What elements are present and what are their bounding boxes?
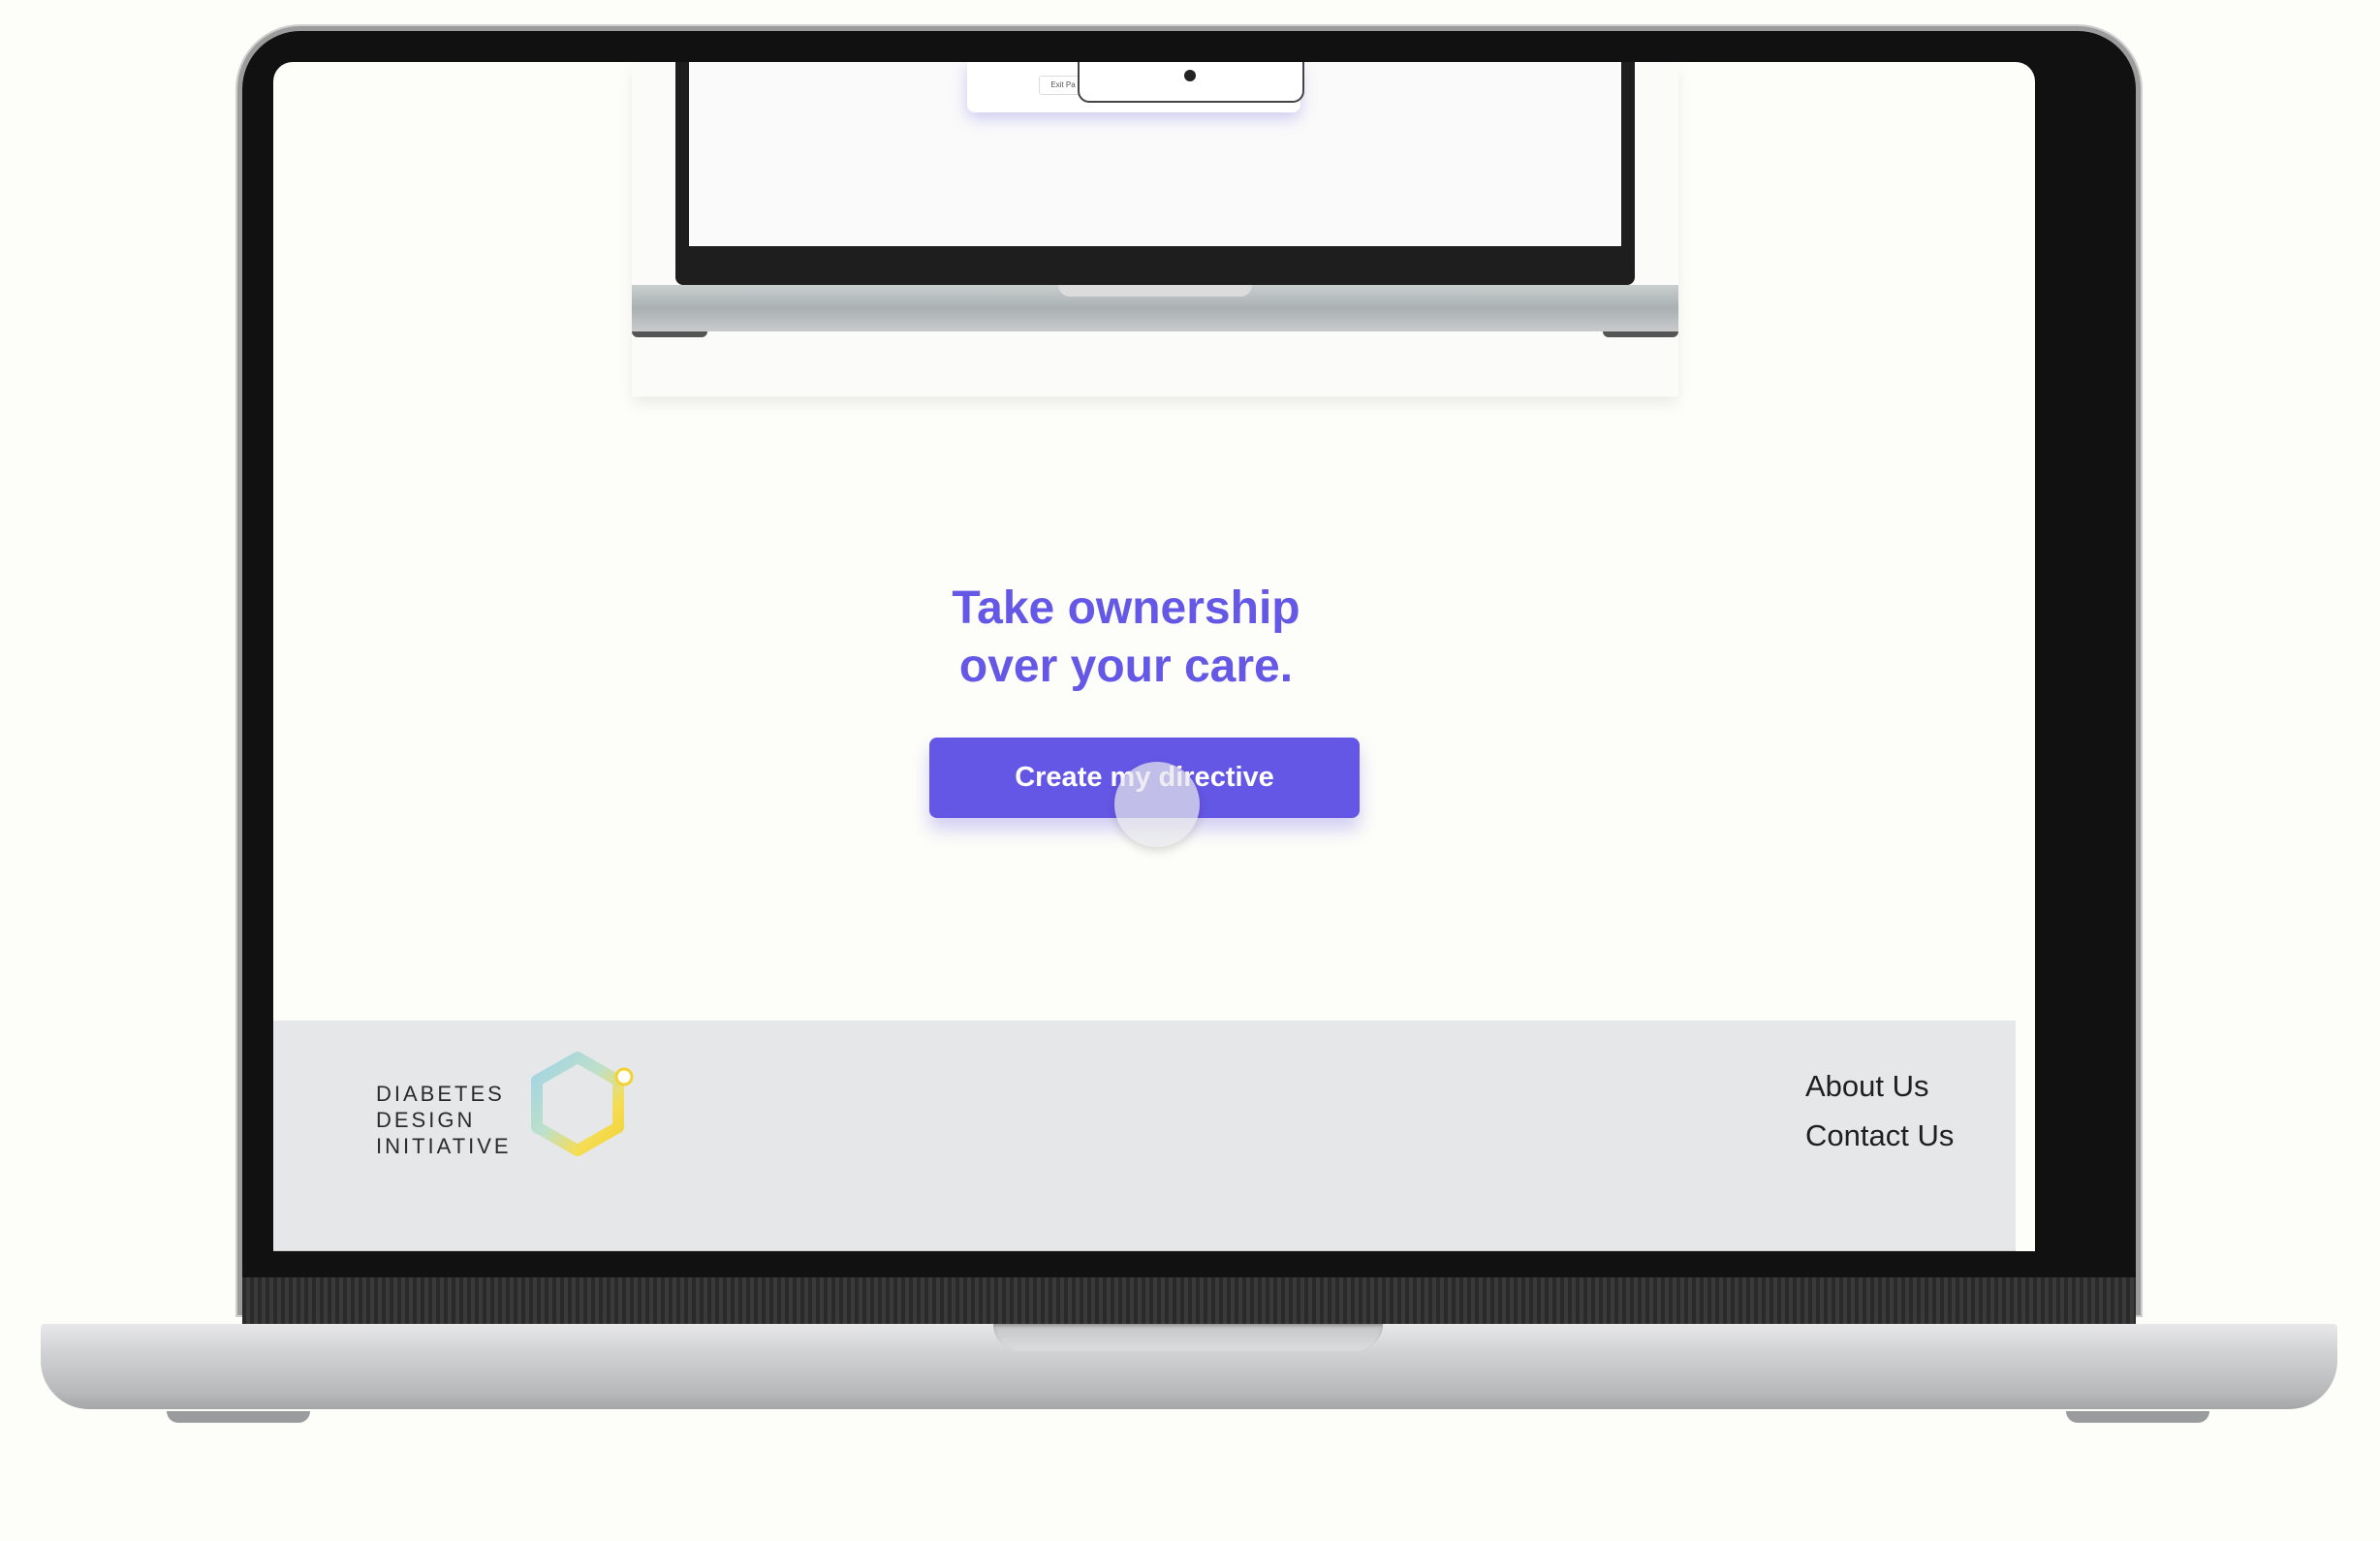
footer-link-contact-us[interactable]: Contact Us: [1805, 1111, 1954, 1160]
cta-heading-line: Take ownership: [952, 582, 1300, 634]
preview-laptop-foot: [632, 331, 707, 337]
preview-laptop-notch: [1058, 285, 1252, 297]
footer-link-about-us[interactable]: About Us: [1805, 1061, 1954, 1111]
logo-line: INITIATIVE: [376, 1134, 512, 1158]
preview-laptop-foot: [1603, 331, 1678, 337]
logo-line: DIABETES: [376, 1082, 505, 1106]
laptop-keyboard-hinge: [242, 1277, 2136, 1324]
cta-heading-line: over your care.: [958, 641, 1294, 692]
cta-heading: Take ownership over your care.: [758, 580, 1494, 696]
site-footer: DIABETES DESIGN INITIATIVE About Us Cont…: [273, 1021, 2016, 1251]
touch-cursor-indicator: [1114, 762, 1200, 847]
footer-logo-wordmark[interactable]: DIABETES DESIGN INITIATIVE: [376, 1081, 512, 1159]
hexagon-logo-icon: [531, 1052, 634, 1156]
laptop-opening-notch: [993, 1324, 1383, 1351]
laptop-screen: Exit Pa Take ownership over your care. C…: [273, 62, 2035, 1251]
camera-icon: [1184, 70, 1196, 81]
logo-line: DESIGN: [376, 1108, 476, 1132]
preview-camera-notch: [1078, 62, 1304, 103]
laptop-foot: [2066, 1411, 2209, 1423]
footer-nav: About Us Contact Us: [1805, 1061, 1954, 1160]
laptop-foot: [167, 1411, 310, 1423]
